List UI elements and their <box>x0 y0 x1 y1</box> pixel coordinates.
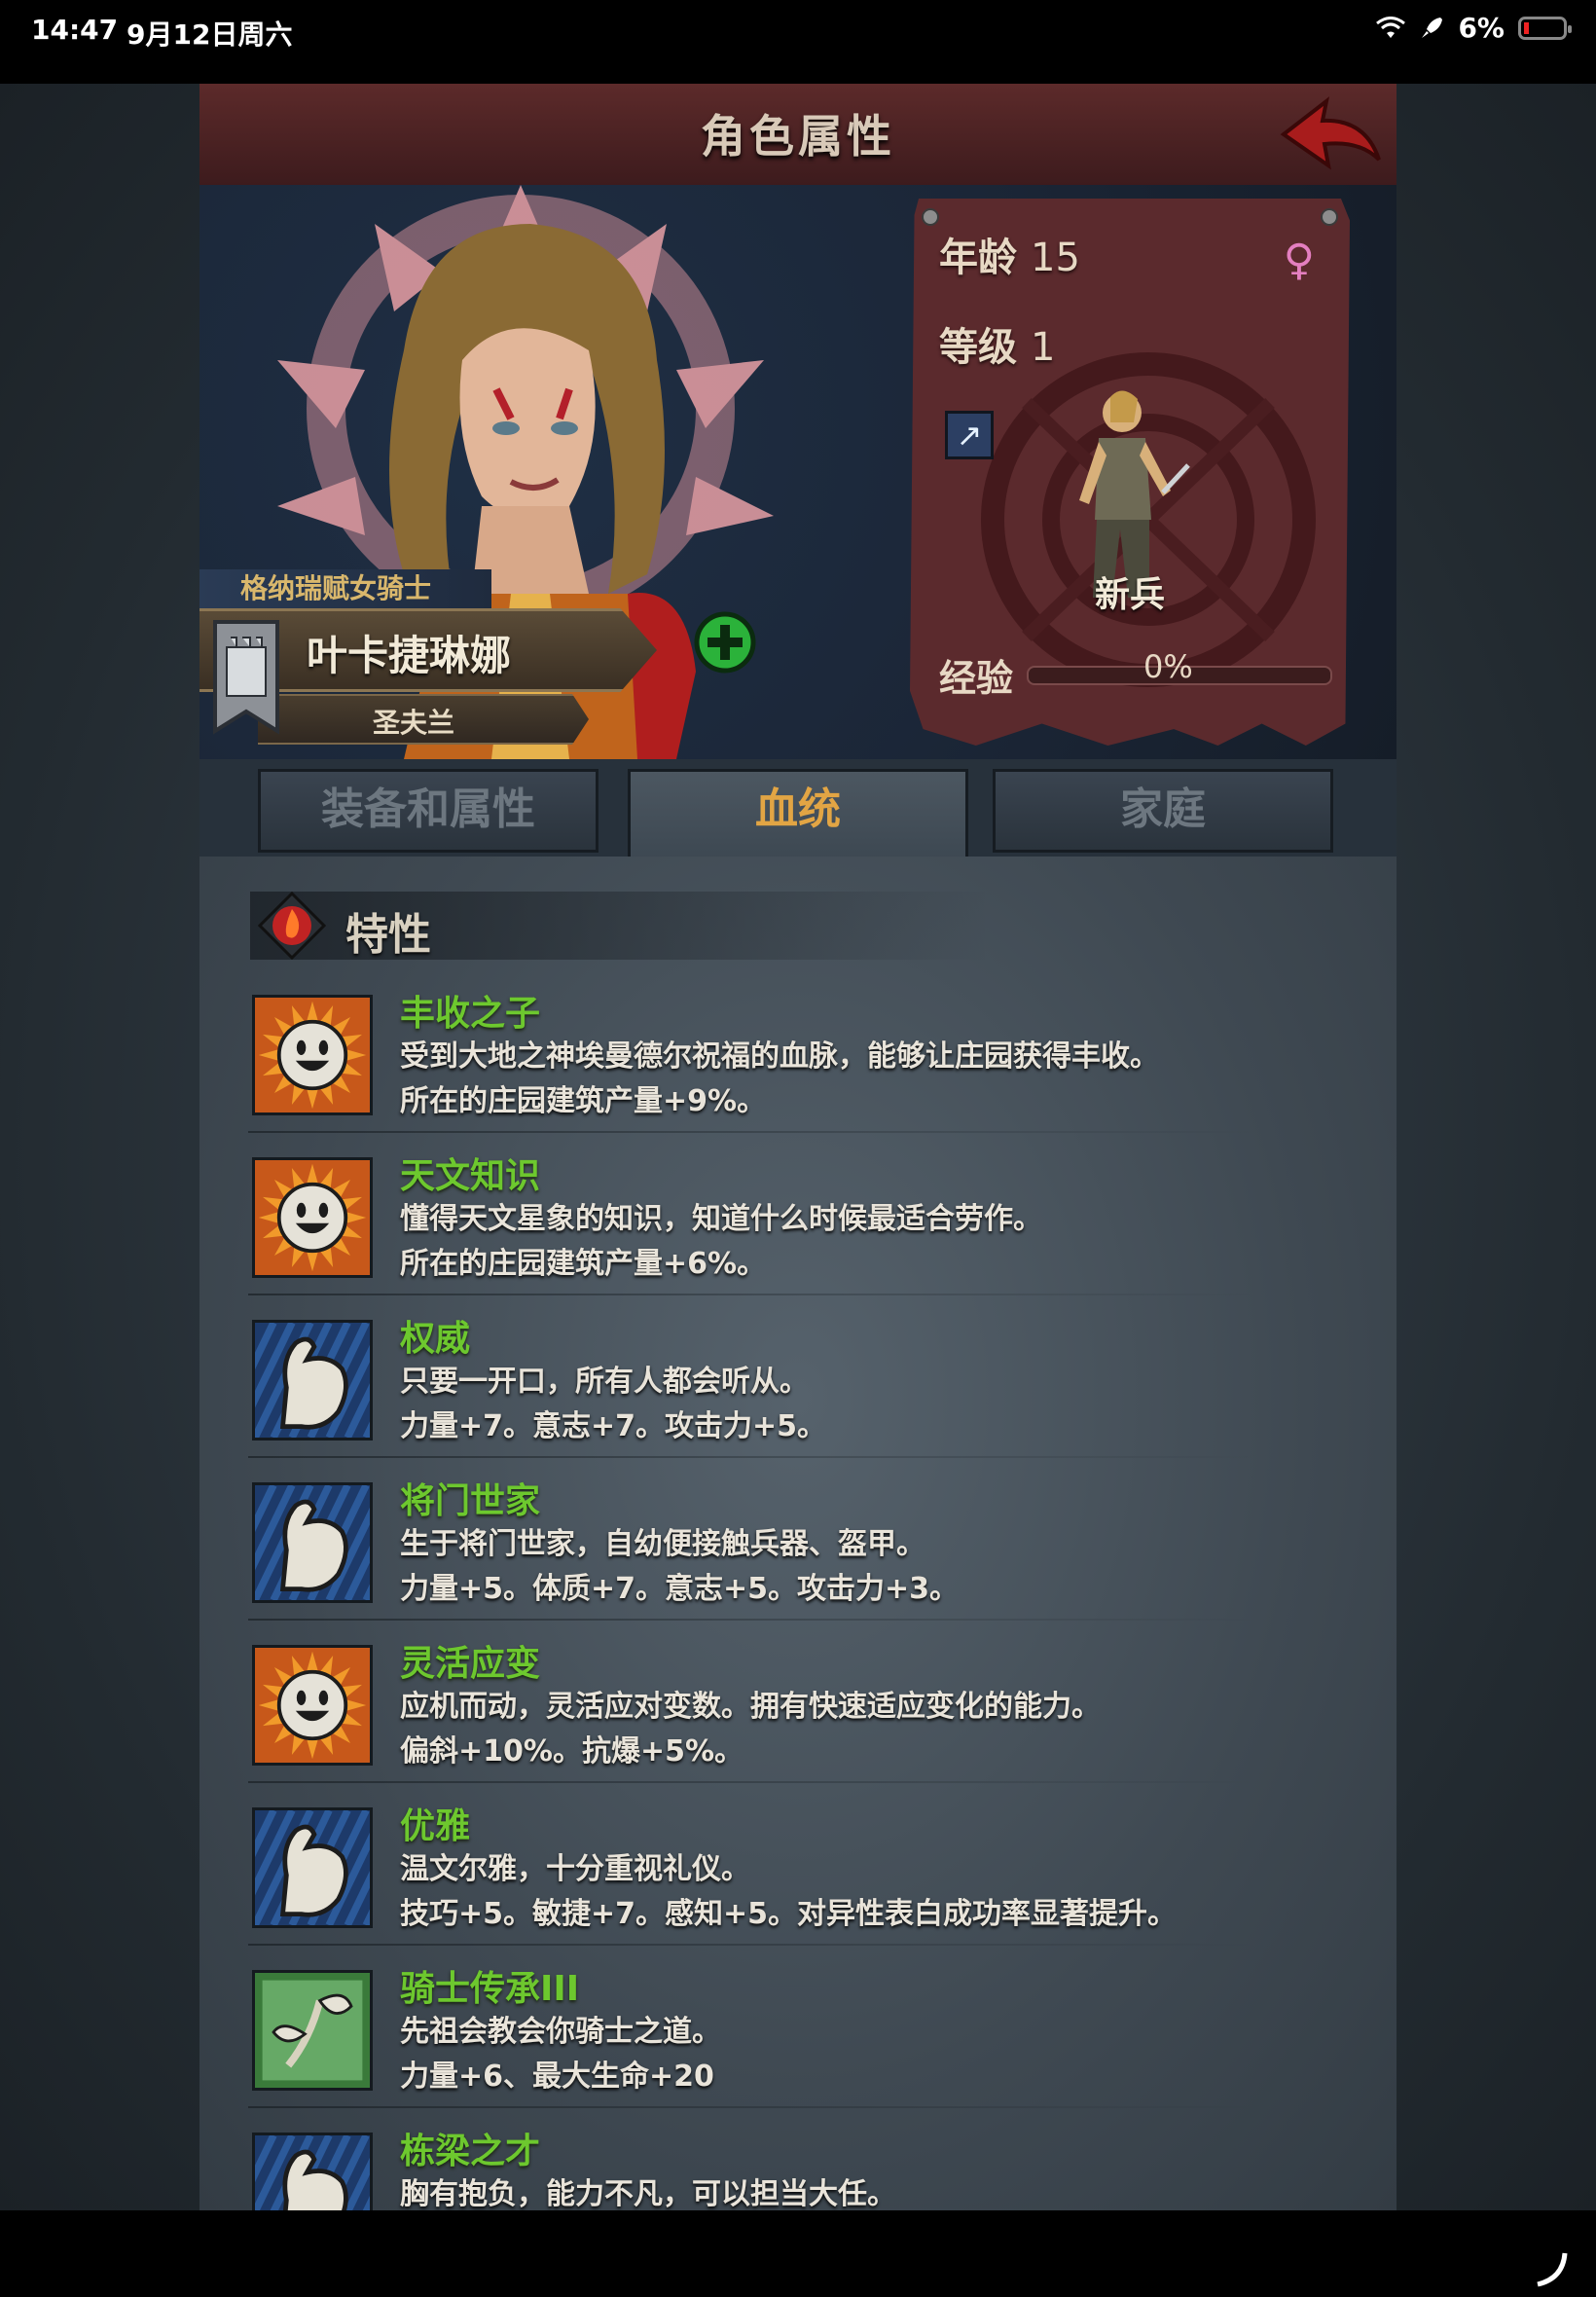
flexed-arm-icon <box>214 1807 444 1928</box>
flexed-arm-icon <box>214 1482 444 1603</box>
wifi-icon <box>1376 16 1406 38</box>
date: 9月12日周六 <box>127 18 293 51</box>
trait-description: 温文尔雅，十分重视礼仪。 <box>400 1852 750 1886</box>
add-plus-icon[interactable] <box>694 611 756 674</box>
rocket-icon <box>1422 17 1443 38</box>
swipe-indicator-icon <box>1537 2252 1568 2287</box>
trait-effect: 偏斜+10%。抗爆+5%。 <box>400 1734 744 1768</box>
home-bar <box>0 2210 1596 2297</box>
trait-item[interactable]: 优雅温文尔雅，十分重视礼仪。技巧+5。敏捷+7。感知+5。对异性表白成功率显著提… <box>214 1798 1358 1953</box>
trait-description: 只要一开口，所有人都会听从。 <box>400 1365 809 1399</box>
trait-name: 骑士传承III <box>400 1969 580 2009</box>
trait-description: 先祖会教会你骑士之道。 <box>400 2015 721 2049</box>
trait-effect: 所在的庄园建筑产量+6%。 <box>400 1247 767 1281</box>
page-title: 角色属性 <box>701 110 895 163</box>
divider <box>248 1456 1260 1458</box>
character-place: 圣夫兰 <box>372 707 454 739</box>
flexed-arm-icon <box>233 2133 444 2210</box>
castle-banner-icon <box>213 620 279 735</box>
section-header: 特性 <box>250 892 990 960</box>
system-status-bar: 14:47 9月12日周六 6% <box>0 0 1596 84</box>
divider <box>248 1294 1260 1295</box>
title-bar: 角色属性 <box>200 84 1396 189</box>
level-label: 等级 <box>939 325 1017 370</box>
trait-description: 受到大地之神埃曼德尔祝福的血脉，能够让庄园获得丰收。 <box>400 1039 1159 1074</box>
trait-item[interactable]: 权威只要一开口，所有人都会听从。 力量+7。意志+7。攻击力+5。 <box>214 1310 1358 1466</box>
character-title: 格纳瑞赋女骑士 <box>200 569 491 608</box>
sprout-icon <box>252 1970 373 2091</box>
trait-name: 将门世家 <box>400 1481 541 1521</box>
age-value: 15 <box>1031 236 1080 280</box>
exp-value: 0% <box>1143 648 1193 685</box>
tab-bloodline[interactable]: 血统 <box>628 769 968 858</box>
name-block: 格纳瑞赋女骑士 叶卡捷琳娜 圣夫兰 <box>200 569 725 754</box>
flexed-arm-icon <box>214 1320 444 1440</box>
place-plate: 圣夫兰 <box>258 694 589 745</box>
divider <box>248 1781 1260 1783</box>
trait-item[interactable]: 将门世家生于将门世家，自幼便接触兵器、盔甲。力量+5。体质+7。意志+5。攻击力… <box>214 1473 1358 1628</box>
trait-item[interactable]: 灵活应变应机而动，灵活应对变数。拥有快速适应变化的能力。 偏斜+10%。抗爆+5%… <box>248 1635 1358 1791</box>
trait-item[interactable]: 丰收之子受到大地之神埃曼德尔祝福的血脉，能够让庄园获得丰收。 所在的庄园建筑产量+… <box>248 985 1358 1141</box>
divider <box>248 1944 1260 1946</box>
trait-name: 丰收之子 <box>400 994 541 1034</box>
trait-effect: 力量+6、最大生命+20 <box>400 2060 714 2094</box>
level-value: 1 <box>1031 325 1056 370</box>
rank-label: 新兵 <box>1094 575 1165 615</box>
trait-name: 天文知识 <box>400 1156 541 1196</box>
clock: 14:47 <box>31 14 119 46</box>
sun-smile-icon <box>252 1157 373 1278</box>
divider <box>248 2106 1260 2108</box>
trait-effect: 所在的庄园建筑产量+9%。 <box>400 1084 767 1118</box>
back-arrow-icon[interactable] <box>1278 91 1385 175</box>
fire-icon <box>258 892 326 960</box>
trait-effect: 力量+5。体质+7。意志+5。攻击力+3。 <box>400 1572 960 1606</box>
stats-card: 年龄 15 等级 1 ♀ ↗ 新兵 经验 0% <box>910 199 1350 746</box>
trait-description: 懂得天文星象的知识，知道什么时候最适合劳作。 <box>400 1202 1042 1236</box>
hero-area: 格纳瑞赋女骑士 叶卡捷琳娜 圣夫兰 年龄 15 等级 1 ♀ ↗ 新兵 经验 0… <box>200 185 1396 759</box>
sword-icon[interactable]: ↗ <box>945 411 994 459</box>
section-title: 特性 <box>345 910 431 960</box>
pin-icon <box>1321 208 1338 226</box>
trait-list[interactable]: 特性 丰收之子受到大地之神埃曼德尔祝福的血脉，能够让庄园获得丰收。 所在的庄园建筑… <box>200 857 1396 2210</box>
trait-item[interactable]: 栋梁之才胸有抱负，能力不凡，可以担当大任。 <box>233 2123 1358 2210</box>
divider <box>248 1619 1260 1621</box>
sun-smile-icon <box>252 995 373 1115</box>
tab-family[interactable]: 家庭 <box>993 769 1333 853</box>
trait-name: 权威 <box>400 1319 471 1359</box>
trait-effect: 技巧+5。敏捷+7。感知+5。对异性表白成功率显著提升。 <box>400 1897 1178 1931</box>
trait-description: 生于将门世家，自幼便接触兵器、盔甲。 <box>400 1527 925 1561</box>
trait-item[interactable]: 天文知识懂得天文星象的知识，知道什么时候最适合劳作。 所在的庄园建筑产量+6%。 <box>248 1148 1358 1303</box>
pin-icon <box>922 208 939 226</box>
trait-description: 胸有抱负，能力不凡，可以担当大任。 <box>400 2177 896 2210</box>
divider <box>248 1131 1260 1133</box>
trait-description: 应机而动，灵活应对变数。拥有快速适应变化的能力。 <box>400 1690 1101 1724</box>
female-icon: ♀ <box>1283 236 1315 285</box>
trait-item[interactable]: 骑士传承III 先祖会教会你骑士之道。 力量+6、最大生命+20 <box>248 1960 1358 2116</box>
trait-effect: 力量+7。意志+7。攻击力+5。 <box>400 1409 827 1443</box>
tab-bar: 装备和属性 血统 家庭 <box>200 759 1396 858</box>
trait-name: 灵活应变 <box>400 1644 541 1684</box>
age-label: 年龄 <box>939 236 1017 280</box>
battery-percent: 6% <box>1458 12 1505 44</box>
character-panel: 角色属性 格纳瑞赋女骑士 叶卡捷琳娜 圣夫兰 年龄 15 等级 1 ♀ ↗ 新兵… <box>200 84 1396 2210</box>
tab-equipment[interactable]: 装备和属性 <box>258 769 598 853</box>
trait-name: 优雅 <box>400 1806 471 1846</box>
battery-icon <box>1518 16 1572 40</box>
sun-smile-icon <box>252 1645 373 1766</box>
trait-name: 栋梁之才 <box>400 2132 541 2171</box>
exp-label: 经验 <box>939 657 1014 700</box>
